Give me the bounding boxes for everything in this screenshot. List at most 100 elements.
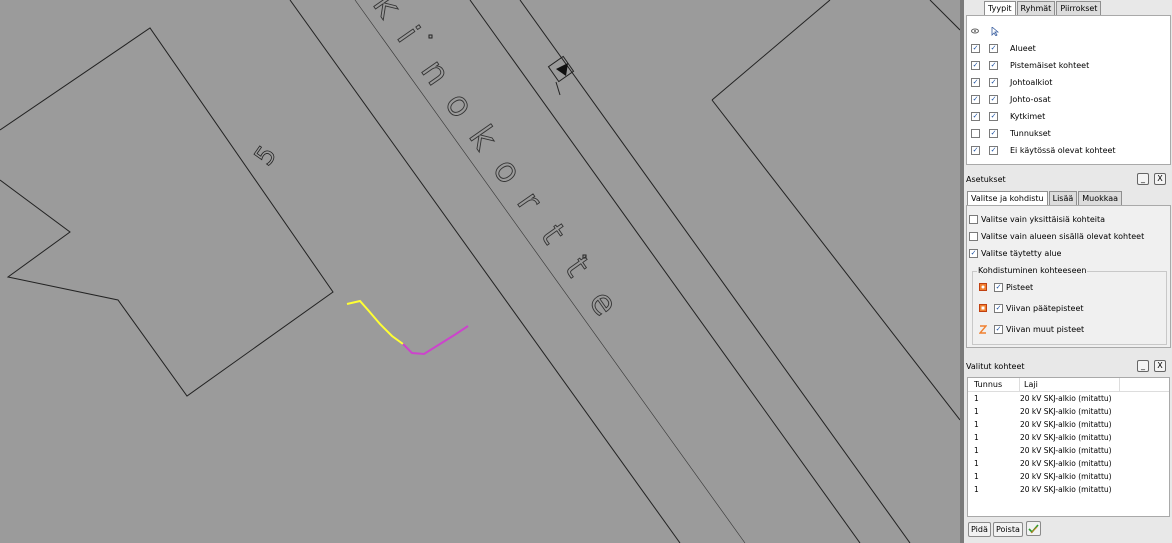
selectable-checkbox[interactable]: ✓ [989, 60, 998, 70]
option-checkbox[interactable] [969, 214, 978, 224]
snap-row[interactable]: ✓ Viivan päätepisteet [979, 301, 1084, 315]
column-header-laji[interactable]: Laji [1020, 378, 1120, 391]
map-canvas[interactable]: 5 kinokortte [0, 0, 960, 543]
triangle-marker-icon[interactable] [547, 55, 575, 96]
street-letter: t [557, 250, 597, 284]
selected-table: Tunnus Laji 1 20 kV SKJ-alkio (mitattu) 1 2… [967, 377, 1170, 517]
point-marker[interactable] [428, 34, 433, 39]
table-row[interactable]: 1 20 kV SKJ-alkio (mitattu) [968, 431, 1115, 444]
visible-checkbox[interactable]: ✓ [971, 94, 980, 104]
selectable-checkbox[interactable]: ✓ [989, 77, 998, 87]
cell-tunnus: 1 [974, 485, 979, 494]
tab-lisaa[interactable]: Lisää [1048, 191, 1078, 206]
map-drawing: 5 kinokortte [0, 0, 960, 543]
tab-muokkaa[interactable]: Muokkaa [1078, 191, 1123, 206]
option-row[interactable]: Valitse vain yksittäisiä kohteita [969, 212, 1105, 226]
types-header-icons [971, 24, 1000, 38]
cell-laji: 20 kV SKJ-alkio (mitattu) [1020, 407, 1112, 416]
road-edge-line [289, 0, 681, 543]
street-letter: o [485, 151, 530, 191]
type-row: ✓ ✓ Alueet [971, 41, 1036, 55]
snap-label: Viivan päätepisteet [1006, 303, 1084, 313]
snap-checkbox[interactable]: ✓ [994, 303, 1003, 313]
table-row[interactable]: 1 20 kV SKJ-alkio (mitattu) [968, 405, 1115, 418]
table-header: Tunnus Laji [968, 378, 1169, 392]
table-row[interactable]: 1 20 kV SKJ-alkio (mitattu) [968, 444, 1115, 457]
selectable-checkbox[interactable]: ✓ [989, 111, 998, 121]
vertex-snap-icon [978, 325, 988, 334]
selectable-checkbox[interactable]: ✓ [989, 94, 998, 104]
street-letter: k [365, 0, 409, 26]
option-checkbox[interactable] [969, 231, 978, 241]
cell-tunnus: 1 [974, 472, 979, 481]
cell-tunnus: 1 [974, 446, 979, 455]
table-row[interactable]: 1 20 kV SKJ-alkio (mitattu) [968, 470, 1115, 483]
option-row[interactable]: ✓ Valitse täytetty alue [969, 246, 1061, 260]
cell-tunnus: 1 [974, 459, 979, 468]
snap-checkbox[interactable]: ✓ [994, 282, 1003, 292]
visible-checkbox[interactable]: ✓ [971, 43, 980, 53]
type-row: ✓ ✓ Ei käytössä olevat kohteet [971, 143, 1116, 157]
settings-body: Valitse vain yksittäisiä kohteita Valitse… [966, 205, 1171, 348]
street-letter: e [581, 283, 626, 323]
selected-cable-segment-yellow[interactable] [346, 299, 404, 345]
keep-button[interactable]: Pidä [968, 522, 991, 537]
cell-laji: 20 kV SKJ-alkio (mitattu) [1020, 433, 1112, 442]
visible-checkbox[interactable]: ✓ [971, 145, 980, 155]
selectable-checkbox[interactable]: ✓ [989, 128, 998, 138]
building-outline-right [711, 0, 831, 101]
type-label: Kytkimet [1010, 111, 1046, 121]
selectable-checkbox[interactable]: ✓ [989, 43, 998, 53]
road-edge-line [469, 0, 861, 543]
cell-laji: 20 kV SKJ-alkio (mitattu) [1020, 459, 1112, 468]
type-label: Ei käytössä olevat kohteet [1010, 145, 1116, 155]
snap-group-title: Kohdistuminen kohteeseen [977, 266, 1088, 275]
cell-laji: 20 kV SKJ-alkio (mitattu) [1020, 394, 1112, 403]
parcel-boundary-line [929, 0, 960, 31]
column-header-tunnus[interactable]: Tunnus [968, 378, 1020, 391]
parcel-boundary-line [711, 99, 960, 421]
selected-close-button[interactable]: X [1154, 360, 1166, 372]
option-label: Valitse vain yksittäisiä kohteita [981, 214, 1106, 224]
option-label: Valitse vain alueen sisällä olevat kohte… [981, 231, 1145, 241]
visible-checkbox[interactable]: ✓ [971, 60, 980, 70]
snap-row[interactable]: ✓ Viivan muut pisteet [978, 322, 1085, 336]
selected-minimize-button[interactable]: _ [1137, 360, 1149, 372]
parcel-number: 5 [249, 141, 283, 172]
road-centerline [354, 0, 746, 543]
option-row[interactable]: Valitse vain alueen sisällä olevat kohte… [969, 229, 1144, 243]
selected-rows: 1 20 kV SKJ-alkio (mitattu) 1 20 kV SKJ-alk… [968, 392, 1115, 496]
tab-tyypit[interactable]: Tyypit [984, 1, 1016, 16]
point-snap-icon [979, 283, 987, 291]
tab-piirrokset[interactable]: Piirrokset [1056, 1, 1102, 16]
tab-valitse-ja-kohdistu[interactable]: Valitse ja kohdistu [967, 191, 1048, 206]
visible-checkbox[interactable]: ✓ [971, 77, 980, 87]
selectable-checkbox[interactable]: ✓ [989, 145, 998, 155]
pointer-icon [991, 26, 1000, 37]
table-row[interactable]: 1 20 kV SKJ-alkio (mitattu) [968, 418, 1115, 431]
cell-tunnus: 1 [974, 394, 979, 403]
settings-title: Asetukset [966, 175, 1006, 184]
remove-button[interactable]: Poista [993, 522, 1023, 537]
cell-laji: 20 kV SKJ-alkio (mitattu) [1020, 472, 1112, 481]
settings-minimize-button[interactable]: _ [1137, 173, 1149, 185]
selected-cable-segment-magenta[interactable] [402, 325, 469, 356]
snap-checkbox[interactable]: ✓ [994, 324, 1003, 334]
type-row: ✓ ✓ Pistemäiset kohteet [971, 58, 1089, 72]
street-letter: k [461, 118, 505, 157]
type-label: Johto-osat [1010, 94, 1051, 104]
table-row[interactable]: 1 20 kV SKJ-alkio (mitattu) [968, 392, 1115, 405]
tab-ryhmat[interactable]: Ryhmät [1016, 1, 1056, 16]
snap-group: Kohdistuminen kohteeseen ✓ Pisteet ✓ Viivan… [972, 266, 1167, 345]
snap-row[interactable]: ✓ Pisteet [979, 280, 1033, 294]
table-row[interactable]: 1 20 kV SKJ-alkio (mitattu) [968, 483, 1115, 496]
table-row[interactable]: 1 20 kV SKJ-alkio (mitattu) [968, 457, 1115, 470]
visible-checkbox[interactable] [971, 128, 980, 138]
type-row: ✓ ✓ Johto-osat [971, 92, 1051, 106]
snap-label: Viivan muut pisteet [1006, 324, 1085, 334]
checkmark-pen-icon[interactable] [1026, 521, 1041, 536]
settings-close-button[interactable]: X [1154, 173, 1166, 185]
eye-icon [971, 27, 979, 35]
option-checkbox[interactable]: ✓ [969, 248, 978, 258]
visible-checkbox[interactable]: ✓ [971, 111, 980, 121]
